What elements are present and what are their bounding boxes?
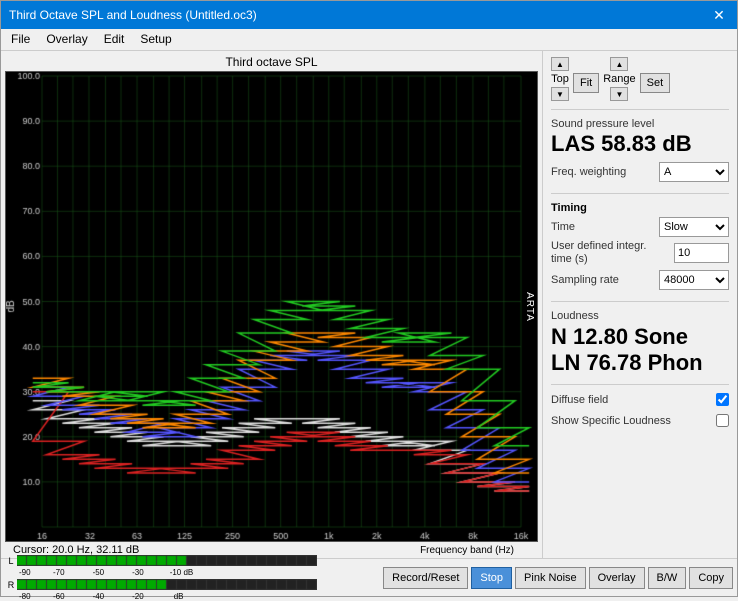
spl-section: Sound pressure level LAS 58.83 dB <box>551 118 729 156</box>
level-meters-wrapper: L -90 -70 -50 -30 -10 dB R -80 -60 <box>5 554 379 601</box>
copy-button[interactable]: Copy <box>689 567 733 589</box>
divider-3 <box>551 301 729 302</box>
spl-label: Sound pressure level <box>551 118 729 130</box>
freq-weighting-row: Freq. weighting A B C Z <box>551 162 729 182</box>
l-meter-canvas <box>17 555 317 566</box>
nav-group-top: ▲ Top ▼ <box>551 57 569 101</box>
range-down-button[interactable]: ▼ <box>610 87 628 101</box>
chart-area: Third octave SPL ARTA Cursor: 20.0 Hz, 3… <box>1 51 542 558</box>
show-specific-row: Show Specific Loudness <box>551 414 729 427</box>
top-up-button[interactable]: ▲ <box>551 57 569 71</box>
fit-button[interactable]: Fit <box>573 73 599 93</box>
chart-canvas <box>6 72 537 541</box>
main-content: Third octave SPL ARTA Cursor: 20.0 Hz, 3… <box>1 51 737 558</box>
loudness-section: Loudness N 12.80 Sone LN 76.78 Phon <box>551 310 729 377</box>
l-label: L <box>5 556 17 566</box>
main-window: Third Octave SPL and Loudness (Untitled.… <box>0 0 738 597</box>
range-up-button[interactable]: ▲ <box>610 57 628 71</box>
nav-controls: ▲ Top ▼ Fit ▲ Range ▼ Set <box>551 57 729 101</box>
tick-l-10: -10 dB <box>170 568 194 577</box>
range-label: Range <box>603 73 635 85</box>
top-label: Top <box>551 73 569 85</box>
sampling-label: Sampling rate <box>551 274 619 286</box>
menu-file[interactable]: File <box>5 31 36 48</box>
tick-l-50: -50 <box>93 568 105 577</box>
menu-edit[interactable]: Edit <box>98 31 131 48</box>
loudness-label: Loudness <box>551 310 729 322</box>
meter-row-l: L <box>5 554 379 567</box>
overlay-button[interactable]: Overlay <box>589 567 645 589</box>
user-integr-label: User defined integr. time (s) <box>551 240 651 266</box>
nav-group-set: Set <box>640 57 671 93</box>
stop-button[interactable]: Stop <box>471 567 512 589</box>
r-label: R <box>5 580 17 590</box>
set-button[interactable]: Set <box>640 73 671 93</box>
pink-noise-button[interactable]: Pink Noise <box>515 567 586 589</box>
r-meter-canvas <box>17 579 317 590</box>
spl-value: LAS 58.83 dB <box>551 132 729 156</box>
top-down-button[interactable]: ▼ <box>551 87 569 101</box>
freq-weighting-select[interactable]: A B C Z <box>659 162 729 182</box>
bw-button[interactable]: B/W <box>648 567 687 589</box>
sampling-select[interactable]: 44100 48000 96000 <box>659 270 729 290</box>
loudness-ln-value: LN 76.78 Phon <box>551 350 729 376</box>
timing-title: Timing <box>551 202 729 214</box>
l-meter-bar <box>17 555 317 566</box>
time-row: Time Fast Slow Impulse <box>551 217 729 237</box>
diffuse-field-row: Diffuse field <box>551 393 729 406</box>
arta-label: ARTA <box>524 292 535 322</box>
bottom-buttons: Record/Reset Stop Pink Noise Overlay B/W… <box>383 567 733 589</box>
menu-bar: File Overlay Edit Setup <box>1 29 737 51</box>
time-label: Time <box>551 221 575 233</box>
time-select[interactable]: Fast Slow Impulse <box>659 217 729 237</box>
chart-container: ARTA <box>5 71 538 542</box>
window-title: Third Octave SPL and Loudness (Untitled.… <box>9 8 257 22</box>
divider-2 <box>551 193 729 194</box>
freq-band-label: Frequency band (Hz) <box>420 545 534 556</box>
diffuse-field-checkbox[interactable] <box>716 393 729 406</box>
show-specific-checkbox[interactable] <box>716 414 729 427</box>
nav-group-fit: Fit <box>573 57 599 93</box>
menu-setup[interactable]: Setup <box>134 31 177 48</box>
meter-row-r: R <box>5 578 379 591</box>
level-meter-area: L -90 -70 -50 -30 -10 dB R -80 -60 <box>1 558 737 596</box>
title-bar: Third Octave SPL and Loudness (Untitled.… <box>1 1 737 29</box>
sampling-row: Sampling rate 44100 48000 96000 <box>551 270 729 290</box>
user-integr-row: User defined integr. time (s) <box>551 240 729 266</box>
menu-overlay[interactable]: Overlay <box>40 31 93 48</box>
freq-weighting-label: Freq. weighting <box>551 166 626 178</box>
divider-4 <box>551 384 729 385</box>
user-integr-input[interactable] <box>674 243 729 263</box>
diffuse-field-label: Diffuse field <box>551 394 608 406</box>
l-ticks: -90 -70 -50 -30 -10 dB <box>5 568 379 577</box>
show-specific-label: Show Specific Loudness <box>551 415 671 427</box>
chart-title: Third octave SPL <box>5 55 538 69</box>
tick-l-70: -70 <box>53 568 65 577</box>
timing-section: Timing Time Fast Slow Impulse User defin… <box>551 202 729 292</box>
nav-group-range: ▲ Range ▼ <box>603 57 635 101</box>
r-meter-bar <box>17 579 317 590</box>
tick-l-30: -30 <box>132 568 144 577</box>
record-reset-button[interactable]: Record/Reset <box>383 567 468 589</box>
loudness-n-value: N 12.80 Sone <box>551 324 729 350</box>
divider-1 <box>551 109 729 110</box>
right-panel: ▲ Top ▼ Fit ▲ Range ▼ Set <box>542 51 737 558</box>
close-button[interactable]: ✕ <box>709 7 729 24</box>
